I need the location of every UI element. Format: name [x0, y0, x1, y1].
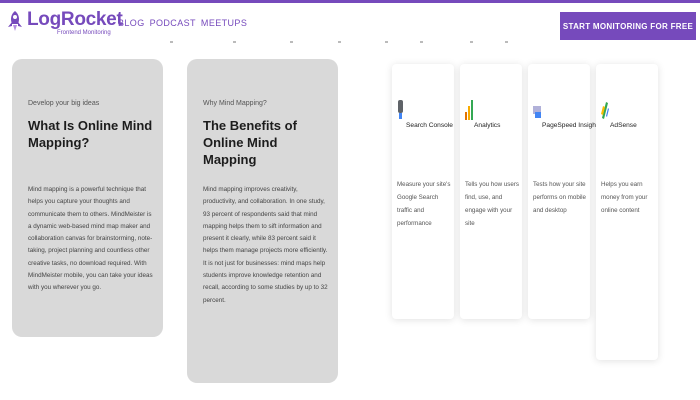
main-nav: BLOG PODCAST MEETUPS [118, 18, 247, 28]
product-card-adsense[interactable]: AdSense Helps you earn money from your o… [596, 64, 658, 360]
product-name: Analytics [474, 122, 501, 129]
brand-name: LogRocket [27, 9, 123, 30]
product-description: Tells you how users find, use, and engag… [465, 181, 519, 227]
card-eyebrow: Why Mind Mapping? [203, 100, 267, 107]
info-card-online-mind-mapping: Develop your big ideas What Is Online Mi… [12, 59, 163, 337]
nav-item-podcast[interactable]: PODCAST [150, 18, 196, 28]
product-name: Search Console [406, 122, 453, 129]
nav-item-meetups[interactable]: MEETUPS [201, 18, 247, 28]
info-card-benefits: Why Mind Mapping? The Benefits of Online… [187, 59, 338, 383]
adsense-icon [601, 98, 609, 120]
rocket-icon [6, 10, 24, 32]
faint-divider-marks [0, 41, 700, 44]
product-card-pagespeed-insights[interactable]: PageSpeed Insights Tests how your site p… [528, 64, 601, 319]
search-console-icon [397, 98, 405, 120]
logo-text: LogRocket Frontend Monitoring [27, 9, 123, 36]
card-title: What Is Online Mind Mapping? [28, 118, 153, 150]
card-eyebrow: Develop your big ideas [28, 100, 100, 107]
product-name: AdSense [610, 122, 637, 129]
product-description: Measure your site's Google Search traffi… [397, 181, 451, 227]
product-card-analytics[interactable]: Analytics Tells you how users find, use,… [460, 64, 522, 319]
card-title: The Benefits of Online Mind Mapping [203, 118, 297, 167]
nav-item-blog[interactable]: BLOG [118, 18, 145, 28]
start-monitoring-button[interactable]: START MONITORING FOR FREE [560, 12, 696, 40]
card-body: Mind mapping improves creativity, produc… [203, 186, 328, 304]
product-name: PageSpeed Insights [542, 122, 602, 129]
product-description: Tests how your site performs on mobile a… [533, 181, 586, 214]
site-header: LogRocket Frontend Monitoring BLOG PODCA… [0, 3, 700, 43]
product-card-search-console[interactable]: Search Console Measure your site's Googl… [392, 64, 454, 319]
brand-tagline: Frontend Monitoring [57, 30, 111, 36]
product-description: Helps you earn money from your online co… [601, 181, 648, 214]
analytics-icon [465, 98, 473, 120]
card-body: Mind mapping is a powerful technique tha… [28, 186, 153, 292]
logo[interactable]: LogRocket Frontend Monitoring [6, 9, 123, 36]
pagespeed-icon [533, 98, 541, 120]
